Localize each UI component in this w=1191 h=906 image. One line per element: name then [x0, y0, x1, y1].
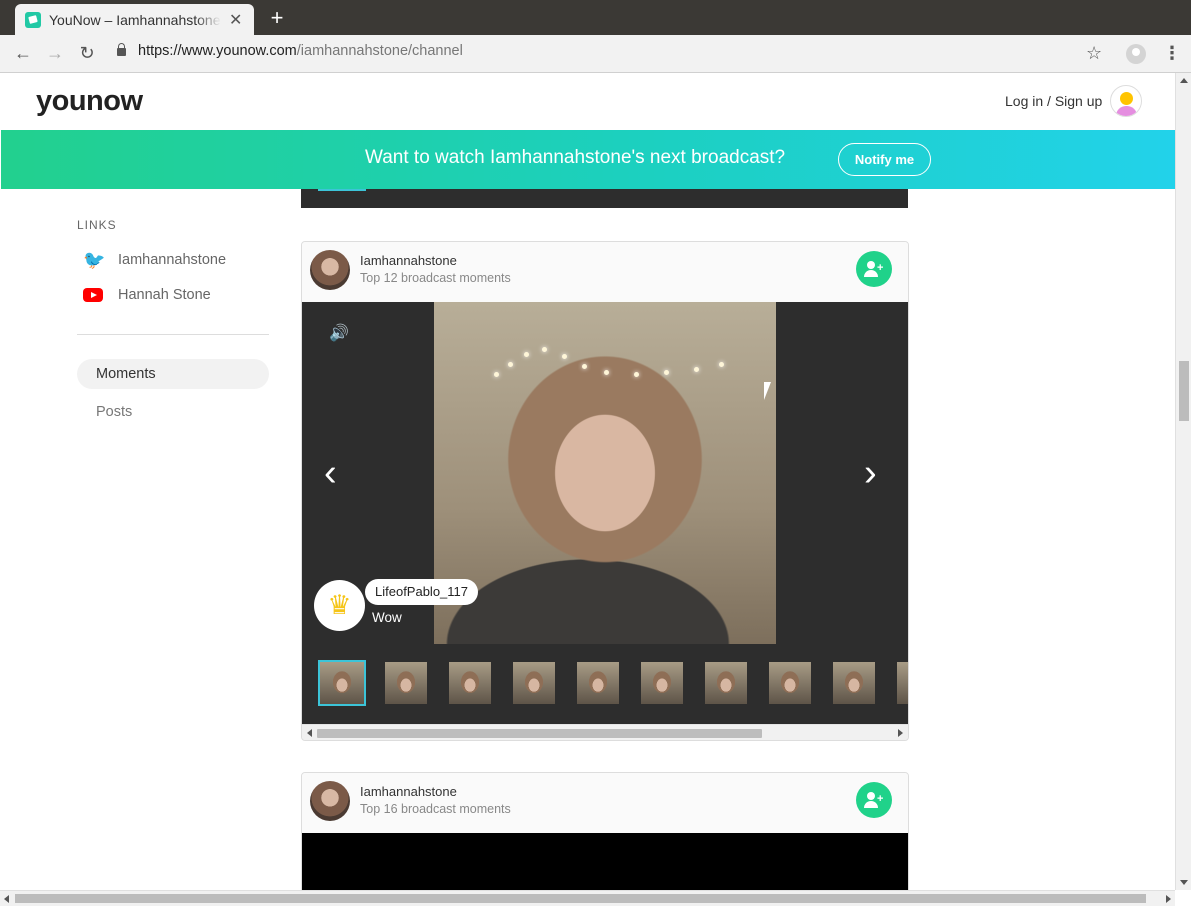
url-path: /iamhannahstone/channel — [296, 43, 463, 59]
sidebar-link-youtube[interactable]: Hannah Stone — [83, 287, 211, 303]
tab-title: YouNow – Iamhannahstone — [49, 11, 221, 28]
comment-text: Wow — [372, 610, 402, 625]
user-avatar-icon[interactable] — [1110, 85, 1142, 117]
mouse-cursor-icon — [763, 381, 778, 402]
moment-thumbnails — [318, 660, 908, 706]
follow-button[interactable]: + — [856, 251, 892, 287]
browser-tab-bar: YouNow – Iamhannahstone ✕ + — [0, 0, 1191, 35]
sidebar-link-twitter[interactable]: 🐦 Iamhannahstone — [83, 251, 226, 269]
chevron-left-icon[interactable]: ‹ — [324, 452, 337, 495]
bookmark-star-icon[interactable]: ☆ — [1086, 43, 1102, 64]
moment-player[interactable] — [302, 833, 908, 890]
moment-thumbnail[interactable] — [577, 662, 619, 704]
moment-thumbnail[interactable] — [385, 662, 427, 704]
login-signup-link[interactable]: Log in / Sign up — [1005, 93, 1102, 109]
broadcaster-name[interactable]: Iamhannahstone — [360, 253, 457, 268]
moment-video[interactable] — [434, 302, 776, 644]
page-horizontal-scrollbar[interactable] — [0, 890, 1175, 906]
thumbnails-scrollbar[interactable] — [302, 724, 908, 740]
browser-profile-icon[interactable] — [1126, 44, 1146, 64]
back-arrow-icon[interactable]: ← — [12, 43, 34, 64]
moments-card: Iamhannahstone Top 16 broadcast moments … — [301, 772, 909, 890]
moment-thumbnail[interactable] — [897, 662, 908, 704]
volume-icon[interactable]: 🔊 — [329, 323, 349, 343]
follow-button[interactable]: + — [856, 782, 892, 818]
links-heading: LINKS — [77, 218, 117, 232]
chevron-right-icon[interactable]: › — [864, 452, 877, 495]
banner-text: Want to watch Iamhannahstone's next broa… — [365, 147, 786, 168]
close-tab-icon[interactable]: ✕ — [229, 10, 242, 30]
broadcaster-name[interactable]: Iamhannahstone — [360, 784, 457, 799]
string-lights — [484, 342, 734, 402]
twitter-icon: 🐦 — [83, 250, 106, 270]
sidebar-item-moments[interactable]: Moments — [77, 359, 269, 389]
card-header: Iamhannahstone Top 12 broadcast moments … — [302, 242, 908, 302]
sidebar-link-label: Hannah Stone — [118, 287, 211, 303]
moment-player: 🔊 ‹ › ♛ LifeofPablo_117 Wow — [302, 302, 908, 724]
reload-icon[interactable]: ↻ — [76, 43, 98, 64]
moments-count: Top 12 broadcast moments — [360, 271, 511, 285]
lock-icon — [117, 43, 126, 56]
moment-thumbnail[interactable] — [769, 662, 811, 704]
page-vertical-scrollbar[interactable] — [1175, 73, 1191, 890]
moment-thumbnail[interactable] — [833, 662, 875, 704]
new-tab-button[interactable]: + — [266, 5, 288, 31]
browser-toolbar: ← → ↻ https://www.younow.com/iamhannahst… — [0, 35, 1191, 73]
forward-arrow-icon[interactable]: → — [44, 43, 66, 64]
moments-count: Top 16 broadcast moments — [360, 802, 511, 816]
sidebar-item-posts[interactable]: Posts — [77, 397, 269, 427]
notify-banner: Want to watch Iamhannahstone's next broa… — [1, 130, 1175, 189]
youtube-icon — [83, 288, 103, 302]
browser-tab[interactable]: YouNow – Iamhannahstone ✕ — [15, 4, 254, 35]
comment-username[interactable]: LifeofPablo_117 — [365, 579, 479, 605]
card-header: Iamhannahstone Top 16 broadcast moments … — [302, 773, 908, 833]
younow-logo[interactable]: younow — [36, 85, 143, 118]
moment-thumbnail[interactable] — [449, 662, 491, 704]
broadcaster-avatar[interactable] — [310, 781, 350, 821]
page-viewport: younow Log in / Sign up Want to watch Ia… — [1, 73, 1175, 890]
notify-me-button[interactable]: Notify me — [838, 143, 931, 176]
moment-thumbnail[interactable] — [641, 662, 683, 704]
moment-thumbnail[interactable] — [318, 660, 366, 706]
younow-favicon-icon — [25, 11, 41, 28]
moment-thumbnail[interactable] — [705, 662, 747, 704]
moment-thumbnail[interactable] — [513, 662, 555, 704]
url-host: https://www.younow.com — [138, 43, 297, 59]
address-bar[interactable]: https://www.younow.com/iamhannahstone/ch… — [117, 43, 463, 59]
sidebar-link-label: Iamhannahstone — [118, 252, 227, 268]
browser-menu-icon[interactable]: ⋮ — [1163, 43, 1181, 64]
moments-card: Iamhannahstone Top 12 broadcast moments … — [301, 241, 909, 741]
broadcaster-avatar[interactable] — [310, 250, 350, 290]
sidebar-divider — [77, 334, 269, 335]
crown-icon: ♛ — [314, 580, 365, 631]
